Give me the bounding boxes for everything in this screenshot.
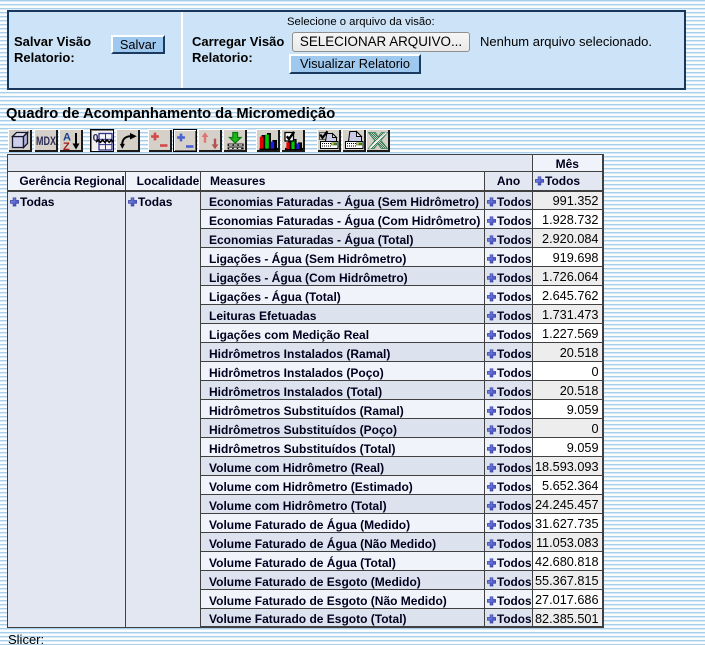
svg-text:0: 0 <box>93 132 99 144</box>
svg-text:Z: Z <box>63 141 70 152</box>
svg-text:MDX: MDX <box>36 136 56 148</box>
